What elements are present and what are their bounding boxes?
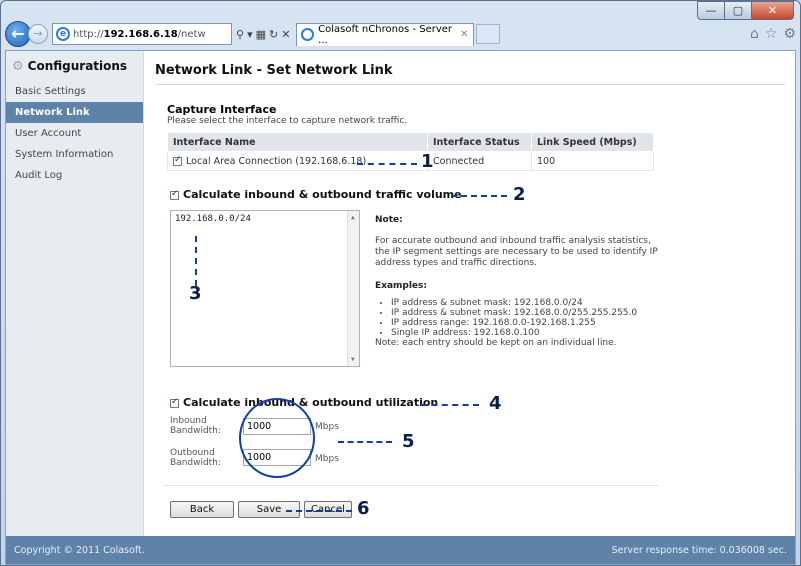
inbound-label-line1: Inbound: [170, 416, 207, 426]
main-panel: Network Link - Set Network Link Capture …: [145, 51, 795, 538]
browser-tab[interactable]: Colasoft nChronos - Server ... ✕: [296, 22, 475, 46]
forward-arrow-icon[interactable]: →: [28, 24, 48, 44]
annotation-number-2: 2: [513, 184, 526, 205]
outbound-bandwidth-label: Outbound Bandwidth:: [170, 448, 221, 468]
close-window-button[interactable]: ✕: [751, 1, 794, 20]
buttons-divider: [163, 485, 659, 486]
sidebar-title: ⚙ Configurations: [6, 51, 143, 81]
inbound-label-line2: Bandwidth:: [170, 426, 221, 436]
traffic-volume-checkbox[interactable]: [170, 189, 179, 200]
utilization-checkbox[interactable]: [170, 397, 179, 408]
traffic-volume-option: Calculate inbound & outbound traffic vol…: [170, 188, 462, 201]
capture-interface-title: Capture Interface: [167, 103, 277, 116]
scroll-down-icon[interactable]: ▼: [351, 356, 355, 363]
browser-toolbar-icons: ⌂ ☆ ⚙: [750, 26, 796, 42]
annotation-dash-1: [357, 163, 417, 165]
table-row: Local Area Connection (192.168.6.18) Con…: [167, 151, 654, 171]
browser-window: — ▢ ✕ ← → e http://192.168.6.18/netw ⚲ ▾…: [0, 0, 801, 566]
inbound-unit: Mbps: [315, 422, 339, 432]
sidebar-item-basic-settings[interactable]: Basic Settings: [6, 81, 143, 102]
examples-heading: Examples:: [375, 281, 427, 291]
column-header-link-speed: Link Speed (Mbps): [531, 132, 654, 152]
annotation-number-3: 3: [189, 283, 202, 304]
navigation-bar: ← → e http://192.168.6.18/netw ⚲ ▾ ▦ ↻ ✕…: [5, 21, 796, 47]
interface-checkbox[interactable]: [173, 155, 182, 166]
interface-table: Interface Name Interface Status Link Spe…: [167, 132, 654, 171]
interface-name: Local Area Connection (192.168.6.18): [186, 155, 367, 167]
note-heading: Note:: [375, 215, 403, 225]
sidebar-item-network-link[interactable]: Network Link: [6, 102, 143, 123]
tab-title: Colasoft nChronos - Server ...: [318, 23, 453, 46]
scroll-up-icon[interactable]: ▲: [351, 214, 355, 221]
capture-interface-description: Please select the interface to capture n…: [167, 116, 408, 126]
annotation-number-4: 4: [489, 393, 502, 414]
annotation-circle: [239, 398, 315, 478]
dropdown-icon[interactable]: ▾: [247, 28, 253, 41]
page-title: Network Link - Set Network Link: [155, 63, 393, 78]
outbound-label-line1: Outbound: [170, 448, 215, 458]
sidebar-item-system-information[interactable]: System Information: [6, 144, 143, 165]
annotation-number-1: 1: [421, 151, 434, 172]
traffic-volume-label: Calculate inbound & outbound traffic vol…: [183, 188, 462, 201]
outbound-label-line2: Bandwidth:: [170, 458, 221, 468]
address-tools: ⚲ ▾ ▦ ↻ ✕: [236, 28, 290, 41]
compat-view-icon[interactable]: ▦: [256, 28, 266, 41]
refresh-icon[interactable]: ↻: [269, 28, 278, 41]
list-item: IP address & subnet mask: 192.168.0.0/25…: [391, 308, 665, 318]
textarea-scrollbar[interactable]: ▲ ▼: [347, 211, 359, 366]
interface-status-cell: Connected: [427, 151, 532, 171]
server-response-time: Server response time: 0.036008 sec.: [611, 544, 787, 556]
maximize-button[interactable]: ▢: [724, 1, 751, 20]
annotation-dash-5: [338, 441, 392, 443]
column-header-interface-name: Interface Name: [167, 132, 428, 152]
note-text: For accurate outbound and inbound traffi…: [375, 236, 658, 268]
home-icon[interactable]: ⌂: [750, 26, 759, 42]
note-panel: Note: For accurate outbound and inbound …: [375, 215, 665, 349]
list-item: IP address & subnet mask: 192.168.0.0/24: [391, 298, 665, 308]
ip-segment-value: 192.168.0.0/24: [175, 214, 251, 224]
title-divider: [155, 84, 785, 85]
page-footer: Copyright © 2011 Colasoft. Server respon…: [6, 536, 795, 564]
address-bar[interactable]: e http://192.168.6.18/netw: [52, 23, 232, 45]
annotation-dash-2: [451, 195, 507, 197]
inbound-bandwidth-label: Inbound Bandwidth:: [170, 416, 221, 436]
column-header-interface-status: Interface Status: [427, 132, 532, 152]
note-footer: Note: each entry should be kept on an in…: [375, 338, 617, 348]
favorites-star-icon[interactable]: ☆: [765, 26, 778, 42]
list-item: Single IP address: 192.168.0.100: [391, 328, 665, 338]
annotation-dash-3: [195, 236, 197, 286]
ie-icon: e: [56, 27, 70, 41]
list-item: IP address range: 192.168.0.0-192.168.1.…: [391, 318, 665, 328]
gear-icon: ⚙: [12, 58, 24, 74]
search-icon[interactable]: ⚲: [236, 28, 244, 41]
annotation-number-5: 5: [402, 431, 415, 452]
tab-close-icon[interactable]: ✕: [460, 29, 468, 40]
copyright-text: Copyright © 2011 Colasoft.: [14, 544, 145, 556]
back-button[interactable]: Back: [170, 501, 234, 518]
sidebar-title-label: Configurations: [27, 59, 128, 73]
url-path: /netw: [177, 28, 206, 40]
sidebar-item-audit-log[interactable]: Audit Log: [6, 165, 143, 186]
annotation-dash-6: [286, 510, 352, 512]
stop-icon[interactable]: ✕: [281, 28, 290, 41]
page-content: ⚙ Configurations Basic Settings Network …: [5, 50, 796, 565]
tab-ie-icon: [301, 28, 315, 41]
sidebar: ⚙ Configurations Basic Settings Network …: [6, 51, 144, 538]
utilization-label: Calculate inbound & outbound utilization: [183, 396, 439, 409]
interface-name-cell: Local Area Connection (192.168.6.18): [167, 151, 428, 171]
annotation-number-6: 6: [357, 498, 370, 519]
sidebar-item-user-account[interactable]: User Account: [6, 123, 143, 144]
url-scheme: http://: [73, 28, 104, 40]
examples-list: IP address & subnet mask: 192.168.0.0/24…: [375, 298, 665, 338]
window-controls: — ▢ ✕: [697, 1, 794, 20]
annotation-dash-4: [421, 404, 479, 406]
link-speed-cell: 100: [531, 151, 654, 171]
utilization-option: Calculate inbound & outbound utilization: [170, 396, 438, 409]
minimize-button[interactable]: —: [697, 1, 724, 20]
new-tab-button[interactable]: [476, 24, 501, 44]
outbound-unit: Mbps: [315, 454, 339, 464]
tools-gear-icon[interactable]: ⚙: [783, 26, 796, 42]
url-host: 192.168.6.18: [103, 28, 178, 40]
